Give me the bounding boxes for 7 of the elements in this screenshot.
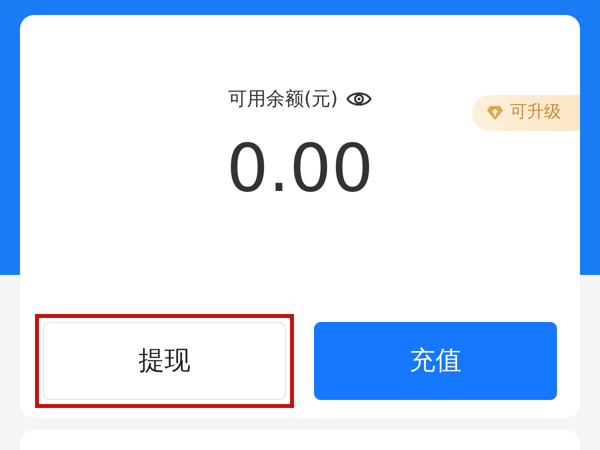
diamond-icon — [486, 105, 504, 121]
upgrade-badge[interactable]: 可升级 — [472, 95, 580, 131]
recharge-button[interactable]: 充值 — [314, 322, 557, 400]
withdraw-button[interactable]: 提现 — [43, 322, 286, 400]
eye-icon[interactable] — [346, 90, 372, 108]
balance-amount: 0.00 — [226, 136, 374, 202]
balance-label: 可用余额(元) — [228, 87, 338, 112]
